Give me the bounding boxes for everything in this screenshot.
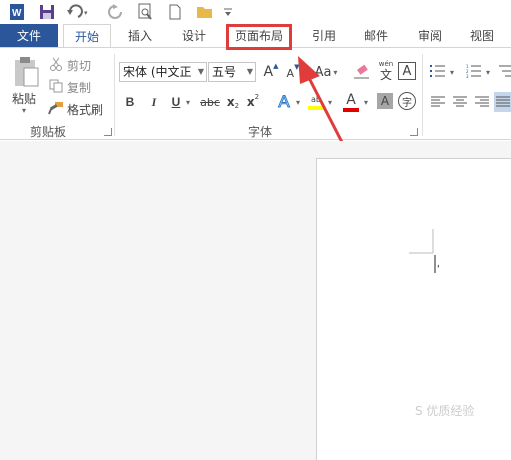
- font-name-combo[interactable]: 宋体 (中文正 ▼: [119, 62, 207, 82]
- font-color-dropdown-icon[interactable]: ▾: [364, 98, 368, 107]
- superscript-button[interactable]: x2: [244, 92, 262, 112]
- copy-button[interactable]: 复制: [67, 79, 91, 96]
- clipboard-group-label: 剪贴板: [30, 125, 67, 139]
- bold-button[interactable]: B: [122, 92, 138, 112]
- superscript-glyph: x: [246, 95, 255, 109]
- paste-icon[interactable]: [10, 56, 42, 88]
- open-folder-icon[interactable]: [194, 2, 216, 22]
- phonetic-bottom-text: 文: [379, 68, 392, 82]
- tab-insert[interactable]: 插入: [118, 24, 162, 48]
- new-document-icon[interactable]: [164, 2, 186, 22]
- cut-button[interactable]: 剪切: [67, 57, 91, 74]
- paste-dropdown-icon[interactable]: ▾: [22, 106, 26, 115]
- subscript-button[interactable]: x2: [224, 92, 242, 112]
- document-page[interactable]: ↵ S 优质经验: [316, 158, 511, 460]
- bullets-dropdown-icon[interactable]: ▾: [450, 68, 454, 77]
- format-painter-button[interactable]: 格式刷: [67, 101, 103, 118]
- bullets-icon[interactable]: [430, 62, 446, 80]
- grow-font-icon[interactable]: A ▲: [262, 62, 280, 82]
- align-center-icon[interactable]: [452, 94, 468, 110]
- customize-qat-icon[interactable]: [222, 2, 234, 22]
- numbering-dropdown-icon[interactable]: ▾: [486, 68, 490, 77]
- character-shading-button[interactable]: A: [377, 93, 393, 109]
- enclose-characters-button[interactable]: 字: [398, 92, 416, 110]
- svg-text:▾: ▾: [84, 9, 88, 17]
- font-name-dropdown-icon[interactable]: ▼: [198, 63, 204, 81]
- superscript-mark: 2: [254, 93, 260, 101]
- svg-text:↵: ↵: [437, 262, 439, 272]
- save-icon[interactable]: [36, 2, 58, 22]
- paste-button[interactable]: 粘贴: [12, 90, 36, 107]
- ribbon: 粘贴 ▾ 剪切 复制 格式刷 剪贴板 宋体 (中文正 ▼ 五号 ▼ A ▲ A ▼ …: [0, 47, 511, 140]
- font-size-value: 五号: [212, 65, 237, 79]
- group-divider: [114, 54, 115, 136]
- font-launcher-icon[interactable]: [410, 128, 418, 136]
- character-border-glyph: A: [402, 63, 412, 79]
- font-size-dropdown-icon[interactable]: ▼: [247, 63, 253, 81]
- tab-mailings[interactable]: 邮件: [354, 24, 398, 48]
- font-group-label: 字体: [248, 125, 273, 139]
- subscript-glyph: x: [226, 95, 235, 109]
- print-preview-icon[interactable]: [134, 2, 156, 22]
- tab-design[interactable]: 设计: [172, 24, 216, 48]
- text-effects-glyph: A: [278, 92, 290, 112]
- format-painter-icon[interactable]: [48, 100, 64, 116]
- subscript-mark: 2: [234, 102, 240, 110]
- justify-icon[interactable]: [494, 92, 511, 112]
- tab-file[interactable]: 文件: [0, 24, 58, 48]
- tab-home[interactable]: 开始: [63, 24, 111, 49]
- align-right-icon[interactable]: [474, 94, 490, 110]
- svg-text:W: W: [12, 8, 22, 19]
- redo-icon[interactable]: [104, 2, 126, 22]
- document-area[interactable]: ↵ S 优质经验: [0, 141, 511, 460]
- font-size-combo[interactable]: 五号 ▼: [208, 62, 256, 82]
- watermark: S 优质经验: [415, 404, 475, 418]
- svg-text:3: 3: [466, 74, 469, 78]
- group-divider: [422, 54, 423, 136]
- copy-icon[interactable]: [48, 78, 64, 94]
- tab-view[interactable]: 视图: [460, 24, 504, 48]
- underline-button[interactable]: U: [168, 92, 184, 112]
- tab-references[interactable]: 引用: [302, 24, 346, 48]
- numbering-icon[interactable]: 123: [466, 62, 482, 80]
- margin-corner-mark: ↵: [409, 229, 439, 273]
- phonetic-guide-icon[interactable]: wén 文: [376, 58, 396, 84]
- underline-dropdown-icon[interactable]: ▾: [186, 98, 190, 107]
- quick-access-toolbar: W ▾: [0, 0, 511, 24]
- align-left-icon[interactable]: [430, 94, 446, 110]
- clipboard-launcher-icon[interactable]: [104, 128, 112, 136]
- cut-icon[interactable]: [48, 56, 64, 72]
- character-shading-glyph: A: [380, 94, 390, 108]
- tab-review[interactable]: 审阅: [408, 24, 452, 48]
- font-name-value: 宋体 (中文正: [123, 65, 192, 79]
- annotation-highlight-box: [226, 24, 292, 50]
- word-icon[interactable]: W: [6, 2, 28, 22]
- strikethrough-button[interactable]: abc: [198, 92, 222, 112]
- multilevel-list-icon[interactable]: [496, 62, 511, 80]
- character-border-icon[interactable]: A: [398, 62, 416, 80]
- undo-icon[interactable]: ▾: [64, 2, 94, 22]
- italic-button[interactable]: I: [146, 92, 162, 112]
- grow-font-glyph: A: [263, 64, 274, 80]
